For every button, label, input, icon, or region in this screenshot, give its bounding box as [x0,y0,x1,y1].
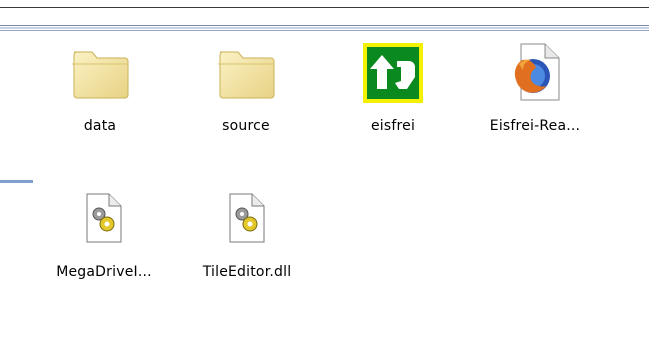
exit-arrow-icon [363,43,423,103]
file-item-source[interactable]: source [186,42,306,134]
folder-icon [218,51,275,99]
file-name: source [222,118,270,134]
toolbar-separator [0,25,649,32]
file-item-eisfrei[interactable]: eisfrei [333,42,453,134]
file-item-tileeditor[interactable]: TileEditor.dll [187,188,307,280]
firefox-document-icon [514,43,560,101]
dll-gear-icon [86,193,122,243]
folder-icon [72,51,129,99]
file-name: TileEditor.dll [202,264,292,280]
file-item-megadrive[interactable]: MegaDriveI... [44,188,164,280]
file-item-data[interactable]: data [40,42,160,134]
selection-accent-bar [0,180,33,183]
file-name: eisfrei [370,118,416,134]
dll-gear-icon [229,193,265,243]
file-item-eisfrei-readme[interactable]: Eisfrei-Rea... [475,42,595,134]
file-name: data [83,118,117,134]
file-name: MegaDriveI... [56,264,152,280]
window-top-edge [0,0,649,8]
file-name: Eisfrei-Rea... [489,118,581,134]
